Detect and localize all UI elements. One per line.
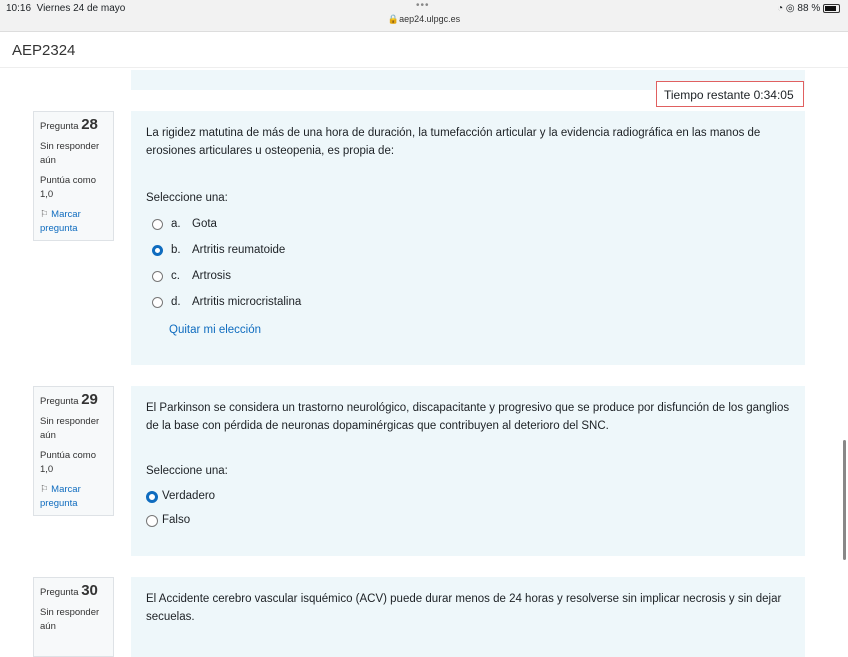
option-c[interactable]: c. Artrosis [146, 264, 790, 290]
flag-icon: ⚐ [40, 209, 49, 220]
scrollbar[interactable] [843, 440, 846, 560]
flag-question-button[interactable]: ⚐ Marcar pregunta [40, 484, 81, 509]
question-info-29: Pregunta 29 Sin responder aún Puntúa com… [33, 386, 114, 516]
question-info-28: Pregunta 28 Sin responder aún Puntúa com… [33, 111, 114, 241]
orientation-lock-icon: ◎ [785, 3, 795, 14]
question-text: La rigidez matutina de más de una hora d… [146, 127, 761, 157]
option-false[interactable]: Falso [146, 509, 790, 533]
select-prompt: Seleccione una: [146, 465, 228, 477]
question-info-30: Pregunta 30 Sin responder aún [33, 577, 114, 657]
radio-button[interactable] [146, 490, 158, 503]
question-text: El Parkinson se considera un trastorno n… [146, 402, 790, 432]
radio-button[interactable] [152, 297, 163, 308]
select-prompt: Seleccione una: [146, 192, 228, 204]
status-right: ◔ ◎ 88 % [777, 3, 840, 14]
radio-button[interactable] [152, 271, 163, 282]
question-29: El Parkinson se considera un trastorno n… [131, 386, 805, 556]
question-30: El Accidente cerebro vascular isquémico … [131, 577, 805, 657]
question-text: El Accidente cerebro vascular isquémico … [146, 593, 782, 623]
battery-icon [823, 3, 840, 13]
radio-button[interactable] [146, 514, 158, 527]
address-bar[interactable]: 🔒aep24.ulpgc.es [0, 14, 848, 25]
flag-icon: ⚐ [40, 484, 49, 495]
radio-button[interactable] [152, 245, 163, 256]
status-bar: 10:16 Viernes 24 de mayo ••• 🔒aep24.ulpg… [0, 0, 848, 32]
option-d[interactable]: d. Artritis microcristalina [146, 290, 790, 316]
option-true[interactable]: Verdadero [146, 485, 790, 509]
more-icon[interactable]: ••• [416, 0, 430, 11]
option-b[interactable]: b. Artritis reumatoide [146, 238, 790, 264]
flag-question-button[interactable]: ⚐ Marcar pregunta [40, 209, 81, 234]
question-28: La rigidez matutina de más de una hora d… [131, 111, 805, 365]
time-remaining: Tiempo restante 0:34:05 [656, 81, 804, 107]
site-header: AEP2324 [0, 32, 848, 68]
wifi-icon: ◔ [777, 3, 784, 14]
option-a[interactable]: a. Gota [146, 212, 790, 238]
radio-button[interactable] [152, 219, 163, 230]
clear-choice-link[interactable]: Quitar mi elección [169, 322, 790, 340]
site-title[interactable]: AEP2324 [12, 42, 75, 59]
status-time: 10:16 Viernes 24 de mayo [6, 3, 126, 14]
lock-icon: 🔒 [387, 14, 400, 24]
